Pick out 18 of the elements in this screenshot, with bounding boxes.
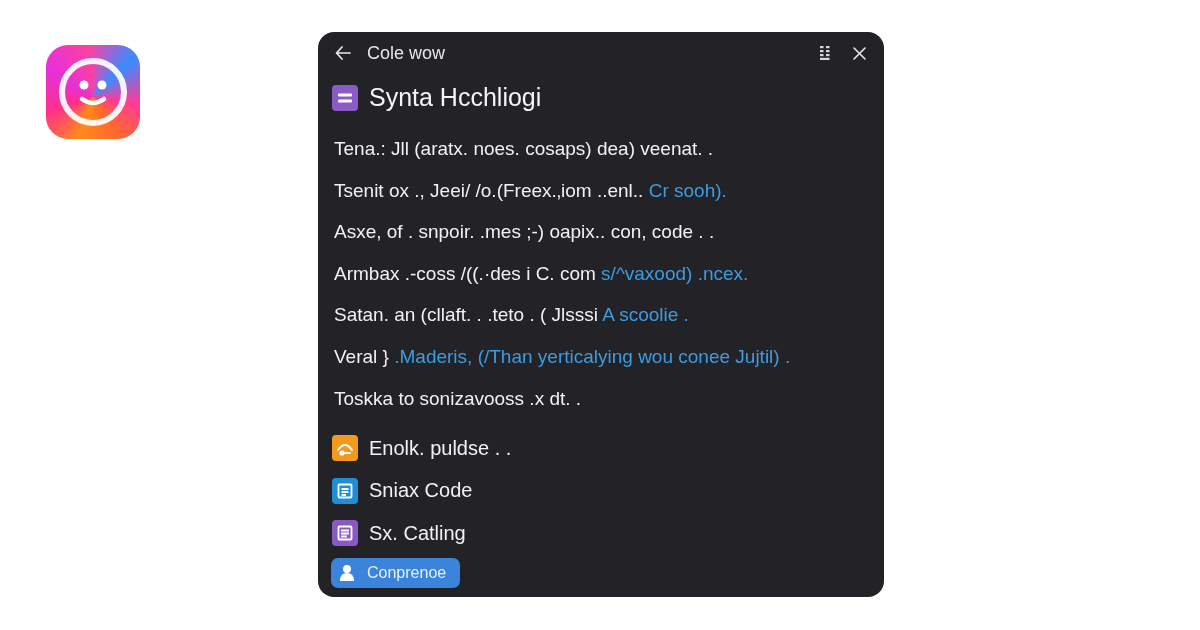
bars-icon <box>332 84 358 111</box>
text-line: Satan. an (cllaft. . .teto . ( Jlsssi A scoolie . <box>333 303 689 328</box>
back-icon[interactable] <box>335 46 351 60</box>
text-line: Tena.: Jll (aratx. noes. cosaps) dea) veenat. . <box>333 137 714 161</box>
smiley-app-icon <box>46 45 140 139</box>
section-heading: Synta Hcchliogi <box>369 83 542 112</box>
list-item-label[interactable]: Sx. Catling <box>369 521 466 545</box>
text-line: Tsenit ox ., Jeei/ /o.(Freex.‚iom ..enl.. Cr sooh). <box>333 178 727 203</box>
user-icon <box>339 564 355 582</box>
list-item-label[interactable]: Enolk. puldse . . <box>369 436 512 460</box>
text-line: Toskka to sonizavooss .x dt. . <box>333 386 582 411</box>
text-line: Asxe, of . snpoir. .mes ;-) oapix.. con, code . . <box>333 220 715 245</box>
text-line: Armbax .-coss /((.·des i C. com s/^vaxood) .ncex. <box>333 261 749 286</box>
list-item-label[interactable]: Sniax Code <box>369 479 473 503</box>
window-title: Cole wow <box>367 42 446 64</box>
grid-icon[interactable] <box>820 46 830 60</box>
close-icon[interactable] <box>853 46 866 60</box>
text-line: Veral } .Maderis, (/Than yerticalying wou conee Jujtil) . <box>333 344 791 369</box>
